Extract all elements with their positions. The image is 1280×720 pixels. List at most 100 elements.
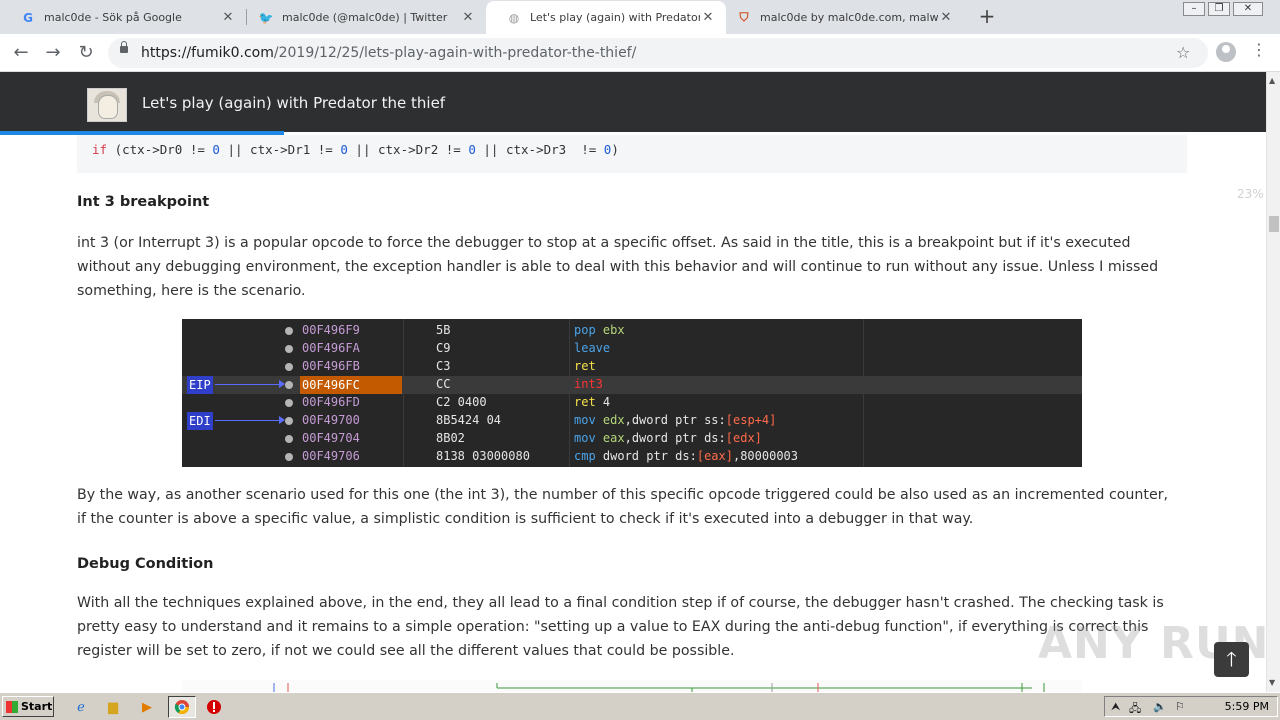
code-text: || ctx->Dr1 != bbox=[219, 142, 341, 157]
close-window-button[interactable]: ✕ bbox=[1233, 2, 1263, 16]
minimize-button[interactable]: – bbox=[1183, 2, 1205, 16]
volume-icon[interactable]: 🔈 bbox=[1153, 700, 1167, 713]
read-progress-label: 23% bbox=[1237, 187, 1264, 201]
disasm-bytes: C2 0400 bbox=[436, 395, 487, 409]
new-tab-button[interactable]: + bbox=[976, 5, 998, 27]
breakpoint-dot-icon[interactable] bbox=[285, 435, 293, 443]
tray-expand-icon[interactable]: ⮝ bbox=[1111, 700, 1120, 714]
flag-icon[interactable]: ⚐ bbox=[1175, 700, 1185, 713]
breakpoint-dot-icon[interactable] bbox=[285, 363, 293, 371]
scroll-to-top-button[interactable]: 🡑 bbox=[1214, 642, 1249, 677]
tab-active[interactable]: ◍ Let's play (again) with Predator the t… bbox=[486, 1, 726, 34]
paragraph-int3: int 3 (or Interrupt 3) is a popular opco… bbox=[77, 235, 1159, 299]
disasm-address: 00F49706 bbox=[302, 449, 360, 463]
breakpoint-dot-icon[interactable] bbox=[285, 399, 293, 407]
disasm-opcode: int3 bbox=[574, 377, 603, 391]
stop-logo bbox=[207, 700, 221, 714]
code-text: (ctx->Dr0 != bbox=[107, 142, 213, 157]
disasm-opcode: cmp bbox=[574, 449, 596, 463]
breakpoint-dot-icon[interactable] bbox=[285, 453, 293, 461]
media-player-icon[interactable]: ▶ bbox=[138, 698, 156, 716]
reload-button[interactable]: ↻ bbox=[75, 42, 97, 64]
tab-strip: G malc0de - Sök på Google ✕ 🐦 malc0de (@… bbox=[0, 0, 1280, 34]
disasm-bytes: CC bbox=[436, 377, 451, 391]
disasm-bytes: C9 bbox=[436, 341, 451, 355]
taskbar-clock: 5:59 PM bbox=[1224, 700, 1269, 713]
close-icon[interactable]: ✕ bbox=[938, 10, 954, 25]
tab-malc0de[interactable]: ⛉ malc0de by malc0de.com, malware I ✕ bbox=[716, 1, 964, 34]
network-icon[interactable]: 🖧 bbox=[1129, 700, 1141, 719]
disasm-opcode: ret bbox=[574, 359, 596, 373]
disasm-operands: 4 bbox=[595, 395, 611, 409]
disasm-opcode: pop bbox=[574, 323, 596, 337]
disasm-address: 00F496F9 bbox=[302, 323, 360, 337]
disasm-row[interactable]: EDI 00F49700 8B5424 04 mov edx,dword ptr ss… bbox=[182, 412, 1082, 430]
tab-label: malc0de (@malc0de) | Twitter bbox=[282, 11, 448, 24]
start-button[interactable]: Start bbox=[2, 696, 54, 717]
breakpoint-dot-icon[interactable] bbox=[285, 327, 293, 335]
site-header: Let's play (again) with Predator the thi… bbox=[0, 72, 1266, 201]
breakpoint-dot-icon[interactable] bbox=[285, 417, 293, 425]
bookmark-star-icon[interactable]: ☆ bbox=[1176, 43, 1190, 62]
windows-taskbar: Start ℯ ▆ ▶ ⮝ 🖧 🔈 ⚐ 5:59 PM bbox=[0, 692, 1280, 720]
forward-button[interactable]: → bbox=[42, 42, 64, 64]
code-number: 0 bbox=[468, 142, 476, 157]
disasm-bytes: 8138 03000080 bbox=[436, 449, 530, 463]
disasm-row[interactable]: 00F496FD C2 0400 ret 4 bbox=[182, 394, 1082, 412]
restore-button[interactable]: ❐ bbox=[1208, 2, 1230, 16]
code-text: ) bbox=[611, 142, 619, 157]
disasm-instruction: mov edx,dword ptr ss:[esp+4] bbox=[574, 413, 776, 427]
chrome-icon[interactable] bbox=[168, 696, 196, 718]
disasm-row[interactable]: 00F49706 8138 03000080 cmp dword ptr ds:[e… bbox=[182, 448, 1082, 466]
scroll-down-icon[interactable]: ▼ bbox=[1269, 678, 1275, 687]
site-title: Let's play (again) with Predator the thi… bbox=[142, 94, 446, 112]
site-logo-avatar[interactable] bbox=[87, 88, 127, 122]
disasm-operands: edx,dword ptr ss:[esp+4] bbox=[602, 413, 777, 427]
close-icon[interactable]: ✕ bbox=[460, 10, 476, 25]
breakpoint-dot-icon[interactable] bbox=[285, 381, 293, 389]
stop-sign-icon[interactable] bbox=[205, 698, 223, 716]
twitter-icon: 🐦 bbox=[258, 10, 274, 25]
close-icon[interactable]: ✕ bbox=[220, 10, 236, 25]
disasm-row[interactable]: 00F49704 8B02 mov eax,dword ptr ds:[edx] bbox=[182, 430, 1082, 448]
code-number: 0 bbox=[212, 142, 220, 157]
folder-icon[interactable]: ▆ bbox=[104, 698, 122, 716]
disasm-row[interactable]: 00F496F9 5B pop ebx bbox=[182, 322, 1082, 340]
breakpoint-dot-icon[interactable] bbox=[285, 345, 293, 353]
site-avatar-icon: ◍ bbox=[508, 10, 520, 25]
disasm-instruction: mov eax,dword ptr ds:[edx] bbox=[574, 431, 762, 445]
tab-label: malc0de - Sök på Google bbox=[44, 11, 182, 24]
tab-twitter[interactable]: 🐦 malc0de (@malc0de) | Twitter ✕ bbox=[238, 1, 486, 34]
disasm-instruction: ret 4 bbox=[574, 395, 610, 409]
disasm-operands: dword ptr ds:[eax],80000003 bbox=[595, 449, 798, 463]
page-scrollbar[interactable]: ▲ ▼ bbox=[1266, 72, 1280, 692]
browser-toolbar: ← → ↻ https://fumik0.com/2019/12/25/lets… bbox=[0, 34, 1280, 72]
heading-int3: Int 3 breakpoint bbox=[77, 194, 210, 210]
lock-icon bbox=[120, 41, 128, 53]
register-arrow bbox=[215, 380, 285, 388]
disasm-row[interactable]: 00F496FB C3 ret bbox=[182, 358, 1082, 376]
url-text[interactable]: https://fumik0.com/2019/12/25/lets-play-… bbox=[141, 45, 636, 61]
disasm-instruction: ret bbox=[574, 359, 596, 373]
disasm-instruction: pop ebx bbox=[574, 323, 625, 337]
system-tray: ⮝ 🖧 🔈 ⚐ 5:59 PM bbox=[1104, 696, 1278, 717]
disasm-operands: eax,dword ptr ds:[edx] bbox=[602, 431, 762, 445]
ie-icon[interactable]: ℯ bbox=[72, 698, 90, 716]
disasm-instruction: int3 bbox=[574, 377, 603, 391]
debugger-screenshot: 00F496F9 5B pop ebx 00F496FA C9 leave 00F496FB… bbox=[182, 319, 1082, 467]
disasm-instruction: leave bbox=[574, 341, 610, 355]
code-text: || ctx->Dr2 != bbox=[347, 142, 469, 157]
back-button[interactable]: ← bbox=[10, 42, 32, 64]
heading-debug-condition: Debug Condition bbox=[77, 556, 214, 572]
profile-avatar-icon[interactable] bbox=[1216, 42, 1236, 62]
disasm-bytes: 8B02 bbox=[436, 431, 465, 445]
scrollbar-thumb[interactable] bbox=[1269, 216, 1279, 232]
tab-google[interactable]: G malc0de - Sök på Google ✕ bbox=[0, 1, 246, 34]
scroll-up-icon[interactable]: ▲ bbox=[1269, 76, 1275, 85]
menu-dots-icon[interactable]: ⋮ bbox=[1251, 40, 1267, 59]
disasm-row[interactable]: 00F496FA C9 leave bbox=[182, 340, 1082, 358]
address-bar[interactable]: https://fumik0.com/2019/12/25/lets-play-… bbox=[108, 38, 1208, 68]
close-icon[interactable]: ✕ bbox=[700, 10, 716, 25]
disasm-row[interactable]: EIP 00F496FC CC int3 bbox=[182, 376, 1082, 394]
disasm-address: 00F49704 bbox=[302, 431, 360, 445]
